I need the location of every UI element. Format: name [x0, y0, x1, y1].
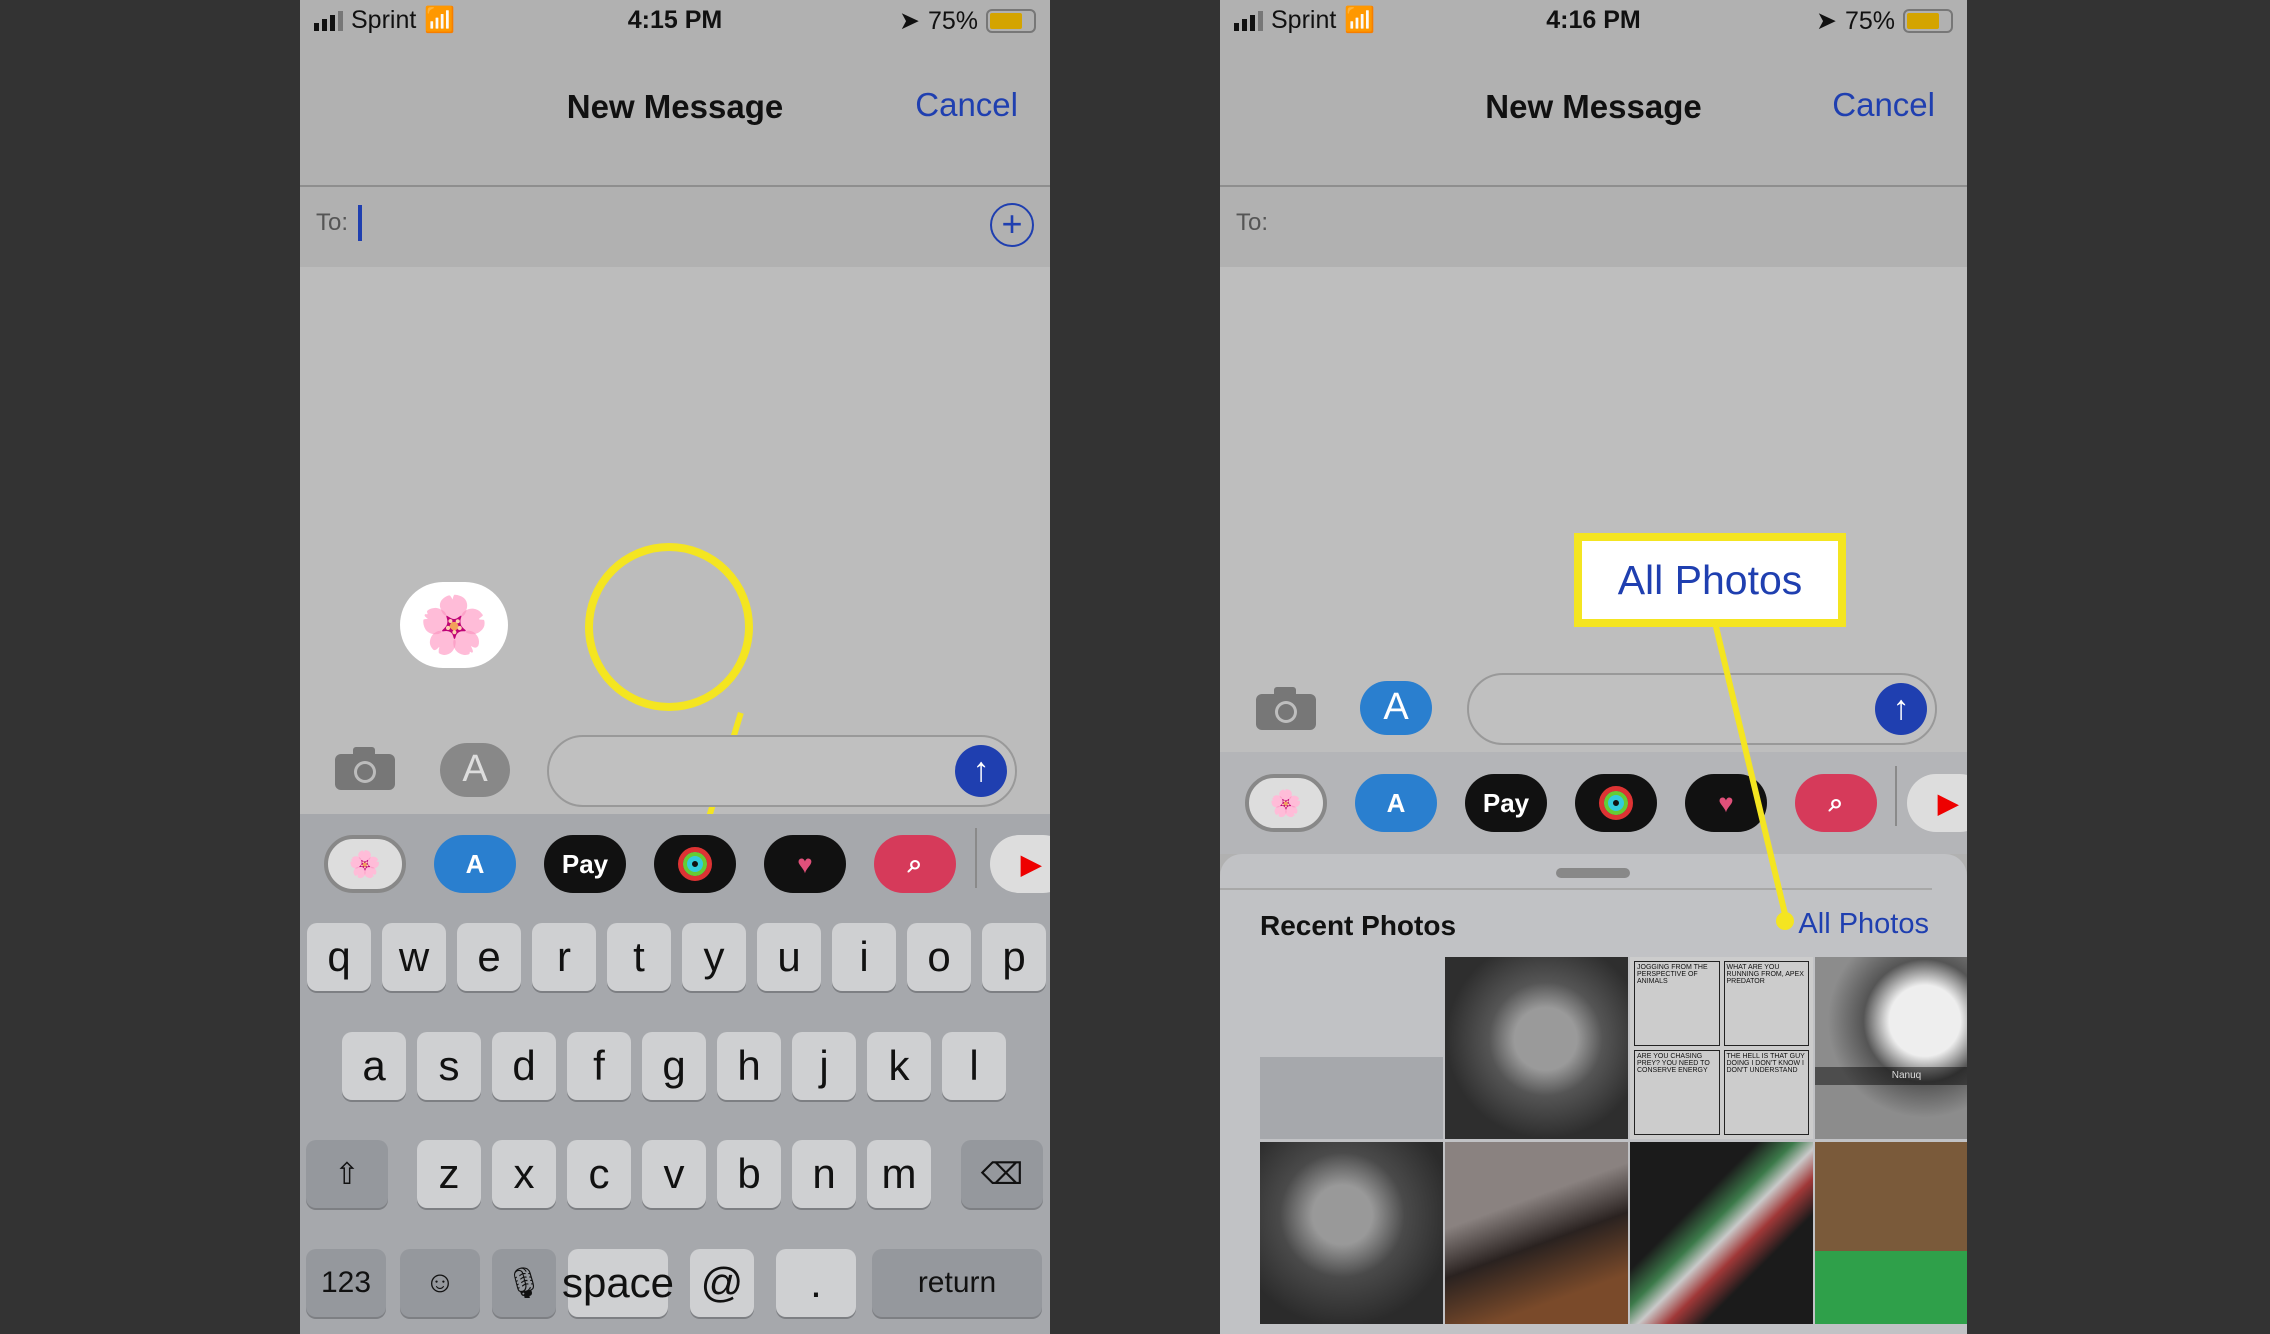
photo-thumbnail-dog[interactable]: [1445, 957, 1628, 1139]
key-h[interactable]: h: [717, 1032, 781, 1100]
photo-caption: Nanuq: [1815, 1067, 1967, 1085]
key-o[interactable]: o: [907, 923, 971, 991]
key-f[interactable]: f: [567, 1032, 631, 1100]
microphone-key[interactable]: 🎙: [492, 1249, 556, 1317]
key-p[interactable]: p: [982, 923, 1046, 991]
key-t[interactable]: t: [607, 923, 671, 991]
app-store-button[interactable]: A: [1360, 681, 1432, 735]
message-area: [300, 267, 1050, 815]
activity-icon[interactable]: [1575, 774, 1657, 832]
message-input[interactable]: ↑: [547, 735, 1017, 807]
key-v[interactable]: v: [642, 1140, 706, 1208]
status-bar: Sprint 📶 4:16 PM ➤ 75%: [1220, 0, 1967, 40]
photos-app-icon[interactable]: 🌸: [1245, 774, 1327, 832]
app-store-icon[interactable]: A: [1355, 774, 1437, 832]
photo-thumbnail-dog-2[interactable]: [1260, 1142, 1443, 1324]
photos-panel: Recent Photos All Photos JOGGING FROM TH…: [1220, 854, 1967, 1334]
app-drawer: 🌸 A Pay ♥ ⌕ ▶: [1220, 752, 1967, 854]
photo-thumbnail-husky[interactable]: Nanuq: [1815, 957, 1967, 1139]
send-button[interactable]: ↑: [1875, 683, 1927, 735]
key-n[interactable]: n: [792, 1140, 856, 1208]
photo-thumbnail-comic[interactable]: JOGGING FROM THE PERSPECTIVE OF ANIMALS …: [1630, 957, 1813, 1139]
key-s[interactable]: s: [417, 1032, 481, 1100]
highlight-circle: [585, 543, 753, 711]
activity-icon[interactable]: [654, 835, 736, 893]
key-e[interactable]: e: [457, 923, 521, 991]
battery-percent: 75%: [927, 6, 978, 35]
image-search-icon[interactable]: ⌕: [874, 835, 956, 893]
cancel-button[interactable]: Cancel: [1832, 86, 1935, 124]
add-contact-button[interactable]: +: [990, 203, 1034, 247]
digital-touch-icon[interactable]: ♥: [764, 835, 846, 893]
drag-handle[interactable]: [1556, 868, 1630, 878]
key-m[interactable]: m: [867, 1140, 931, 1208]
key-x[interactable]: x: [492, 1140, 556, 1208]
to-field[interactable]: To:: [1220, 187, 1967, 267]
key-a[interactable]: a: [342, 1032, 406, 1100]
return-key[interactable]: return: [872, 1249, 1042, 1317]
key-q[interactable]: q: [307, 923, 371, 991]
cancel-button[interactable]: Cancel: [915, 86, 1018, 124]
key-c[interactable]: c: [567, 1140, 631, 1208]
apple-pay-icon[interactable]: Pay: [544, 835, 626, 893]
text-cursor: [358, 205, 362, 241]
camera-button[interactable]: [333, 744, 397, 792]
to-label: To:: [316, 209, 349, 236]
app-store-button[interactable]: A: [440, 743, 510, 797]
emoji-key[interactable]: ☺: [400, 1249, 480, 1317]
phone-screen-right: Sprint 📶 4:16 PM ➤ 75% New Message Cancel …: [1220, 0, 1967, 1334]
delete-key[interactable]: ⌫: [961, 1140, 1043, 1208]
key-r[interactable]: r: [532, 923, 596, 991]
battery-icon: [986, 9, 1036, 33]
youtube-icon[interactable]: ▶: [1907, 774, 1967, 832]
divider: [1220, 888, 1932, 890]
key-z[interactable]: z: [417, 1140, 481, 1208]
pointer-dot: [1776, 912, 1794, 930]
at-key[interactable]: @: [690, 1249, 754, 1317]
photo-thumbnail-screenshot[interactable]: [1260, 957, 1443, 1139]
phone-screen-left: Sprint 📶 4:15 PM ➤ 75% New Message Cancel …: [300, 0, 1050, 1334]
send-button[interactable]: ↑: [955, 745, 1007, 797]
apple-pay-icon[interactable]: Pay: [1465, 774, 1547, 832]
app-store-icon[interactable]: A: [434, 835, 516, 893]
key-w[interactable]: w: [382, 923, 446, 991]
to-label: To:: [1236, 209, 1269, 236]
photos-icon-zoomed: 🌸: [400, 582, 508, 668]
photo-thumbnail-person[interactable]: [1815, 1142, 1967, 1324]
space-key[interactable]: space: [562, 1249, 674, 1317]
message-input[interactable]: ↑: [1467, 673, 1937, 745]
key-k[interactable]: k: [867, 1032, 931, 1100]
camera-button[interactable]: [1254, 684, 1318, 732]
divider: [975, 828, 977, 888]
period-key[interactable]: .: [776, 1249, 856, 1317]
app-drawer: 🌸 A Pay ♥ ⌕ ▶: [300, 814, 1050, 915]
key-g[interactable]: g: [642, 1032, 706, 1100]
photos-app-icon[interactable]: 🌸: [324, 835, 406, 893]
image-search-icon[interactable]: ⌕: [1795, 774, 1877, 832]
key-y[interactable]: y: [682, 923, 746, 991]
shift-key[interactable]: ⇧: [306, 1140, 388, 1208]
key-l[interactable]: l: [942, 1032, 1006, 1100]
key-u[interactable]: u: [757, 923, 821, 991]
key-d[interactable]: d: [492, 1032, 556, 1100]
recent-photos-heading: Recent Photos: [1260, 910, 1457, 941]
key-b[interactable]: b: [717, 1140, 781, 1208]
location-icon: ➤: [1816, 7, 1837, 35]
key-i[interactable]: i: [832, 923, 896, 991]
numbers-key[interactable]: 123: [306, 1249, 386, 1317]
divider: [1895, 766, 1897, 826]
status-bar: Sprint 📶 4:15 PM ➤ 75%: [300, 0, 1050, 40]
keyboard: q w e r t y u i o p a s d f g h j k l ⇧ z x c v b n m ⌫ 123 ☺ 🎙 space @.…: [300, 915, 1050, 1334]
all-photos-callout: All Photos: [1574, 533, 1846, 627]
youtube-icon[interactable]: ▶: [990, 835, 1050, 893]
battery-percent: 75%: [1844, 6, 1895, 35]
photo-thumbnail-dog-sleeping[interactable]: [1445, 1142, 1628, 1324]
photo-thumbnail-cables[interactable]: [1630, 1142, 1813, 1324]
location-icon: ➤: [899, 7, 920, 35]
battery-icon: [1903, 9, 1953, 33]
all-photos-link[interactable]: All Photos: [1798, 908, 1929, 941]
to-field[interactable]: To: +: [300, 187, 1050, 267]
key-j[interactable]: j: [792, 1032, 856, 1100]
